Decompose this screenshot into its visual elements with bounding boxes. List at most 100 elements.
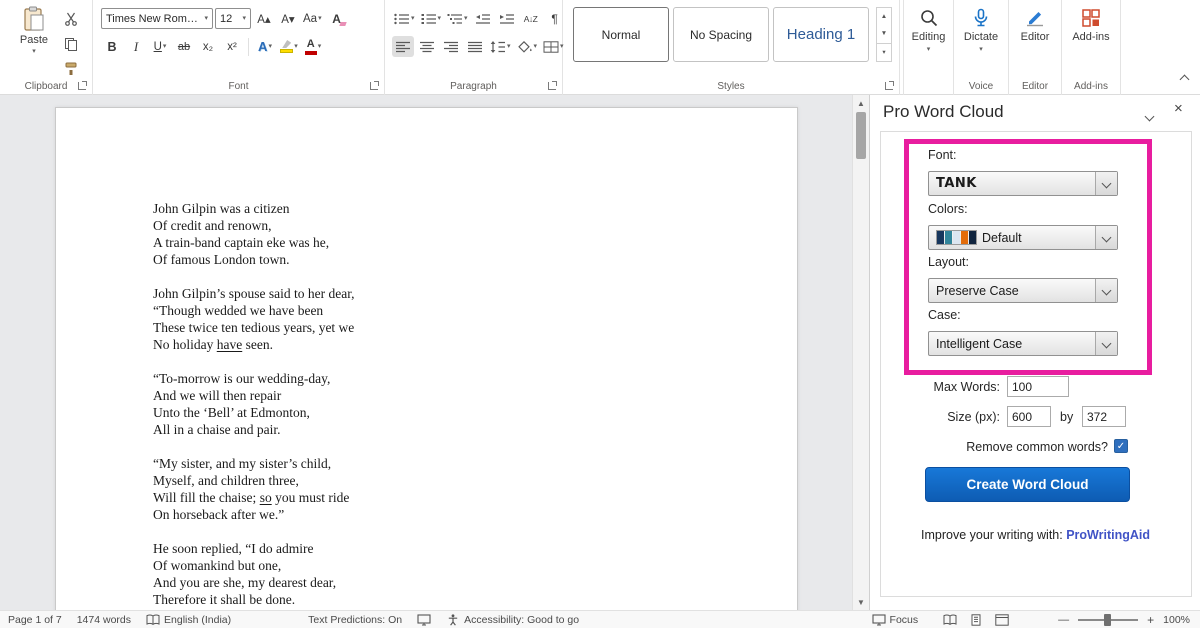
prowritingaid-link[interactable]: ProWritingAid (1066, 528, 1150, 542)
copy-icon (64, 37, 78, 51)
read-mode-button[interactable] (943, 614, 957, 626)
bold-button[interactable]: B (101, 36, 123, 57)
text-predictions-toggle[interactable]: Text Predictions: On (308, 614, 402, 626)
paste-label: Paste (20, 34, 48, 46)
strikethrough-button[interactable]: ab (173, 36, 195, 57)
accessibility-status[interactable]: Accessibility: Good to go (446, 614, 579, 626)
increase-indent-button[interactable] (496, 8, 518, 29)
close-icon[interactable]: × (1174, 100, 1183, 117)
zoom-slider-thumb[interactable] (1104, 614, 1111, 626)
align-left-button[interactable] (392, 36, 414, 57)
change-case-label: Aa (303, 13, 317, 25)
chevron-down-icon[interactable] (1095, 226, 1117, 249)
dictate-button[interactable]: Dictate ▾ (954, 8, 1008, 53)
change-case-button[interactable]: Aa ▾ (301, 8, 324, 29)
paste-button[interactable]: Paste ▾ (12, 6, 56, 68)
max-words-input[interactable] (1007, 376, 1069, 397)
clipboard-group: Paste ▾ Clipboard (0, 0, 93, 95)
size-height-input[interactable] (1082, 406, 1126, 427)
grow-font-button[interactable]: A▴ (253, 8, 275, 29)
editor-group-label: Editor (1009, 81, 1061, 92)
shrink-font-button[interactable]: A▾ (277, 8, 299, 29)
document-page[interactable]: John Gilpin was a citizenOf credit and r… (55, 107, 798, 610)
justify-button[interactable] (464, 36, 486, 57)
text-predictions-icon[interactable] (417, 614, 431, 626)
style-no-spacing[interactable]: No Spacing (673, 7, 769, 62)
decrease-indent-button[interactable] (472, 8, 494, 29)
zoom-out-button[interactable]: — (1058, 614, 1069, 626)
numbering-button[interactable]: ▾ (419, 8, 444, 29)
colors-dropdown[interactable]: Default (928, 225, 1118, 250)
italic-button[interactable]: I (125, 36, 147, 57)
editing-button[interactable]: Editing ▾ (904, 8, 953, 53)
align-right-button[interactable] (440, 36, 462, 57)
align-center-button[interactable] (416, 36, 438, 57)
chevron-down-icon: ▾ (294, 43, 298, 50)
poem-line: No holiday have seen. (153, 336, 355, 353)
scrollbar-thumb[interactable] (856, 112, 866, 159)
borders-button[interactable]: ▾ (541, 36, 566, 57)
style-normal[interactable]: Normal (573, 7, 669, 62)
font-color-button[interactable]: A ▾ (302, 36, 324, 57)
paragraph-dialog-launcher-icon[interactable] (548, 81, 557, 90)
page-indicator[interactable]: Page 1 of 7 (8, 614, 62, 626)
multilevel-list-button[interactable]: ▾ (445, 8, 470, 29)
panel-options-button[interactable] (1146, 108, 1153, 123)
size-width-input[interactable] (1007, 406, 1051, 427)
collapse-ribbon-button[interactable] (1181, 71, 1188, 86)
shading-button[interactable]: ▾ (515, 36, 540, 57)
print-layout-button[interactable] (969, 614, 983, 626)
text-effects-button[interactable]: A ▾ (254, 36, 276, 57)
chevron-down-icon[interactable] (1095, 279, 1117, 302)
clear-formatting-button[interactable]: A (326, 8, 348, 29)
styles-dialog-launcher-icon[interactable] (885, 81, 894, 90)
focus-button[interactable]: Focus (872, 614, 919, 626)
add-ins-button[interactable]: Add-ins (1062, 8, 1120, 43)
panel-footer: Improve your writing with: ProWritingAid (870, 528, 1200, 542)
poem-line: And we will then repair (153, 387, 355, 404)
copy-button[interactable] (60, 33, 82, 54)
pro-word-cloud-panel: Pro Word Cloud × Font: TANK Colors: Defa… (869, 95, 1200, 610)
chevron-down-icon: ▾ (927, 46, 931, 53)
web-layout-button[interactable] (995, 614, 1009, 626)
line-spacing-button[interactable]: ▾ (488, 36, 513, 57)
remove-common-words-checkbox[interactable]: ✓ (1114, 439, 1128, 453)
clipboard-dialog-launcher-icon[interactable] (78, 81, 87, 90)
font-dialog-launcher-icon[interactable] (370, 81, 379, 90)
font-dropdown[interactable]: TANK (928, 171, 1118, 196)
proofing-button[interactable]: English (India) (146, 614, 231, 626)
chevron-down-icon: ▾ (318, 15, 322, 22)
zoom-level[interactable]: 100% (1163, 614, 1190, 626)
font-size-combo[interactable]: 12 ▾ (215, 8, 251, 29)
styles-scroll-up-button[interactable]: ▲ (877, 8, 891, 25)
underline-button[interactable]: U ▾ (149, 36, 171, 57)
format-painter-button[interactable] (60, 58, 82, 79)
style-heading-1[interactable]: Heading 1 (773, 7, 869, 62)
bullets-button[interactable]: ▾ (392, 8, 417, 29)
chevron-down-icon[interactable] (1095, 332, 1117, 355)
scroll-down-button[interactable]: ▼ (853, 594, 869, 610)
cut-button[interactable] (60, 8, 82, 29)
zoom-in-button[interactable]: + (1147, 613, 1154, 627)
highlight-color-button[interactable]: ▾ (278, 36, 300, 57)
underline-label: U (154, 41, 162, 53)
styles-more-button[interactable]: ▾ (877, 43, 891, 61)
sort-button[interactable]: A↓Z (520, 8, 542, 29)
shading-icon (517, 41, 533, 53)
subscript-button[interactable]: x₂ (197, 36, 219, 57)
case-dropdown[interactable]: Intelligent Case (928, 331, 1118, 356)
layout-dropdown[interactable]: Preserve Case (928, 278, 1118, 303)
vertical-scrollbar[interactable]: ▲ ▼ (852, 95, 869, 610)
chevron-down-icon[interactable] (1095, 172, 1117, 195)
poem-stanza: John Gilpin was a citizenOf credit and r… (153, 200, 355, 268)
poem-line: All in a chaise and pair. (153, 421, 355, 438)
editor-button[interactable]: Editor (1009, 8, 1061, 43)
font-name-combo[interactable]: Times New Roman ▾ (101, 8, 213, 29)
superscript-button[interactable]: x² (221, 36, 243, 57)
scroll-up-button[interactable]: ▲ (853, 95, 869, 111)
create-word-cloud-button[interactable]: Create Word Cloud (925, 467, 1130, 502)
word-count[interactable]: 1474 words (77, 614, 131, 626)
editing-label: Editing (912, 31, 946, 43)
zoom-slider[interactable] (1078, 619, 1138, 621)
styles-scroll-down-button[interactable]: ▼ (877, 25, 891, 42)
